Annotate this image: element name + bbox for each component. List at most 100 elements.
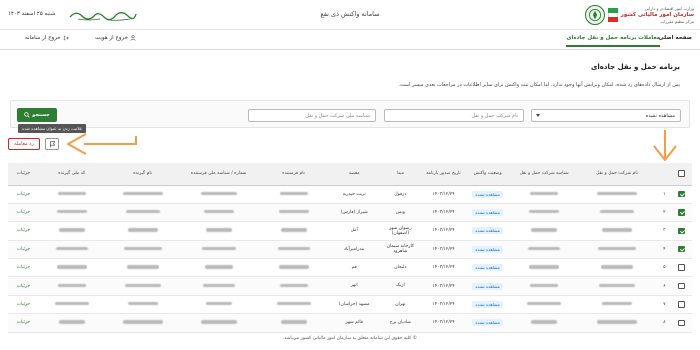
sender-id-cell — [180, 313, 257, 333]
row-select-cell[interactable] — [671, 221, 692, 241]
row-select-cell[interactable] — [671, 313, 692, 333]
row-number: ۷ — [657, 295, 672, 315]
table-row[interactable]: ۳ مشاهده نشده ۱۴۰۳/۱۲/۲۴ رضوان شهر (اصفهان)… — [8, 221, 692, 241]
search-button[interactable]: جستجو — [17, 108, 57, 122]
status-filter-select[interactable]: مشاهده نشده — [531, 109, 681, 122]
details-link[interactable]: جزئیات — [17, 265, 30, 270]
sender-id-cell — [180, 258, 257, 278]
destination-cell: مشهد (خراسان) — [330, 295, 378, 315]
status-cell: مشاهده نشده — [464, 221, 512, 241]
nav-exit-identity-label: خروج از هویت — [95, 35, 128, 41]
redacted-receiver-name — [122, 191, 163, 196]
sender-name-cell — [256, 276, 331, 296]
origin-cell: رضوان شهر (اصفهان) — [377, 221, 423, 241]
company-name-cell — [577, 240, 658, 260]
row-checkbox[interactable] — [678, 264, 685, 271]
row-checkbox[interactable] — [678, 282, 685, 290]
row-select-cell[interactable] — [671, 185, 692, 204]
nav-exit-identity[interactable]: خروج از هویت — [95, 35, 136, 41]
select-all-header[interactable] — [671, 163, 692, 186]
organization-logo: وزارت امور اقتصادی و دارایی سازمان امور … — [574, 4, 694, 26]
redacted-receiver-name — [125, 209, 160, 214]
logout-icon — [63, 35, 69, 41]
details-link[interactable]: جزئیات — [17, 302, 30, 307]
details-link[interactable]: جزئیات — [17, 210, 30, 215]
origin-cell: ونس — [377, 203, 423, 223]
details-link[interactable]: جزئیات — [17, 284, 30, 289]
redacted-sender-name — [278, 265, 309, 269]
details-cell: جزئیات — [8, 295, 39, 315]
redacted-company-id — [527, 301, 562, 306]
row-checkbox[interactable] — [678, 245, 685, 253]
redacted-sender-id — [201, 246, 236, 251]
redacted-sender-id — [205, 228, 232, 232]
nav-logout-label: خروج از سامانه — [25, 35, 61, 41]
col-destination: مقصد — [330, 163, 378, 186]
company-name-cell — [577, 295, 658, 315]
row-checkbox[interactable] — [678, 227, 685, 235]
details-link[interactable]: جزئیات — [17, 320, 30, 325]
row-checkbox[interactable] — [678, 301, 685, 308]
details-link[interactable]: جزئیات — [17, 192, 30, 197]
logo-text-block: وزارت امور اقتصادی و دارایی سازمان امور … — [621, 6, 694, 24]
row-select-cell[interactable] — [671, 203, 692, 223]
status-badge: مشاهده نشده — [472, 301, 503, 309]
row-checkbox[interactable] — [678, 319, 685, 327]
row-checkbox[interactable] — [678, 209, 685, 216]
status-cell: مشاهده نشده — [464, 203, 512, 223]
status-cell: مشاهده نشده — [464, 185, 512, 204]
receiver-id-cell — [38, 258, 105, 278]
col-receiver-id: کد ملی گیرنده — [38, 163, 105, 186]
redacted-sender-id — [204, 265, 233, 269]
redacted-sender-id — [200, 191, 237, 196]
sender-name-cell — [256, 185, 331, 204]
sender-id-cell — [180, 295, 257, 315]
row-select-cell[interactable] — [671, 276, 692, 296]
table-row[interactable]: ۷ مشاهده نشده ۱۴۰۳/۱۲/۲۴ تهران مشهد (خراسان)… — [8, 295, 692, 315]
current-date: شنبه ۲۵ اسفند ۱۴۰۳ — [8, 11, 56, 17]
table-row[interactable]: ۸ مشاهده نشده ۱۴۰۳/۱۲/۲۴ شادیان برج قائم شهر… — [8, 313, 692, 333]
company-name-cell — [577, 221, 658, 241]
row-select-cell[interactable] — [671, 240, 692, 260]
sender-name-cell — [256, 313, 331, 333]
row-number: ۶ — [657, 276, 672, 296]
table-row[interactable]: ۵ مشاهده نشده ۱۴۰۳/۱۲/۲۴ دلیجان قم جزئیات — [8, 258, 692, 278]
nav-logout[interactable]: خروج از سامانه — [25, 35, 69, 41]
row-select-cell[interactable] — [671, 295, 692, 315]
date-cell: ۱۴۰۳/۱۲/۲۴ — [422, 313, 465, 333]
details-link[interactable]: جزئیات — [17, 228, 30, 233]
redacted-company-name — [597, 191, 638, 196]
redacted-sender-id — [202, 283, 235, 288]
arrow-pointing-down-icon — [653, 130, 677, 161]
sender-name-cell — [256, 203, 331, 223]
details-cell: جزئیات — [8, 276, 39, 296]
table-row[interactable]: ۴ مشاهده نشده ۱۴۰۳/۱۲/۲۴ کارخانه سیمان شاهر… — [8, 240, 692, 260]
row-number: ۸ — [657, 313, 672, 333]
table-row[interactable]: ۶ مشاهده نشده ۱۴۰۳/۱۲/۲۴ ازبک ابهر جزئیات — [8, 276, 692, 296]
nav-home[interactable]: صفحه اصلی — [659, 35, 693, 41]
reject-transaction-button[interactable]: رد معامله — [8, 138, 40, 150]
company-id-cell — [511, 276, 577, 296]
row-select-cell[interactable] — [671, 258, 692, 278]
redacted-receiver-id — [57, 283, 86, 288]
redacted-receiver-id — [58, 228, 85, 232]
redacted-receiver-name — [126, 265, 159, 269]
company-name-cell — [577, 258, 658, 278]
redacted-sender-id — [203, 209, 234, 214]
company-name-input[interactable]: نام شرکت حمل و نقل — [384, 109, 524, 122]
select-all-checkbox[interactable] — [678, 170, 685, 177]
details-cell: جزئیات — [8, 221, 39, 241]
flag-outline-icon — [49, 140, 55, 147]
origin-cell: کارخانه سیمان شاهرود — [377, 240, 423, 260]
col-status: وضعیت واکنش — [464, 163, 512, 186]
flag-icon — [607, 8, 618, 23]
nav-transport-transactions[interactable]: معاملات برنامه حمل و نقل جاده‌ای — [566, 35, 660, 47]
row-checkbox[interactable] — [678, 190, 685, 198]
details-link[interactable]: جزئیات — [17, 247, 30, 252]
org-ministry: وزارت امور اقتصادی و دارایی — [644, 6, 694, 11]
redacted-company-id — [529, 265, 560, 269]
mark-seen-button[interactable] — [45, 138, 59, 150]
company-nid-input[interactable]: شناسه ملی شرکت حمل و نقل — [248, 109, 376, 122]
table-row[interactable]: ۱ مشاهده نشده ۱۴۰۳/۱۲/۲۴ دزفول تربت حیدریه جز… — [8, 185, 692, 204]
table-row[interactable]: ۲ مشاهده نشده ۱۴۰۳/۱۲/۲۴ ونس شیراز (فارس) جزئ… — [8, 203, 692, 223]
